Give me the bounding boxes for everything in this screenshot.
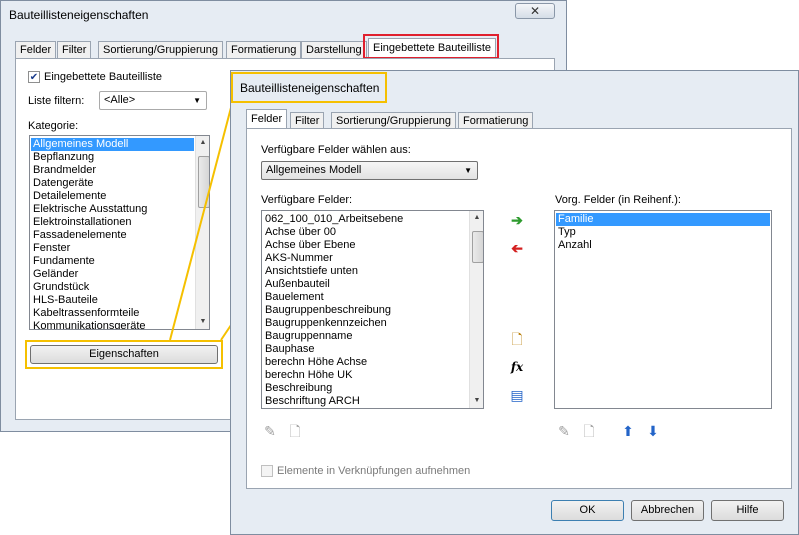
available-scrollbar[interactable]: ▲ ▼ (469, 211, 483, 408)
select-from-value: Allgemeines Modell (266, 164, 362, 176)
scheduled-items: Familie Typ Anzahl (556, 213, 770, 252)
fx-label: fx (510, 360, 524, 374)
delete-parameter-icon: 🗋 (289, 423, 301, 439)
list-item[interactable]: Außenbauteil (263, 278, 468, 291)
list-item[interactable]: Familie (556, 213, 770, 226)
move-down-icon[interactable]: ⬇ (644, 423, 662, 441)
available-items: 062_100_010_Arbeitsebene Achse über 00 Ach… (263, 213, 468, 408)
list-item[interactable]: Anzahl (556, 239, 770, 252)
select-from-combo[interactable]: Allgemeines Modell ▼ (261, 161, 478, 180)
list-item[interactable]: Achse über 00 (263, 226, 468, 239)
delete-parameter-icon: 🗋 (583, 423, 595, 439)
list-item[interactable]: Baugruppenname (263, 330, 468, 343)
edit-pencil-icon: ✎ (264, 423, 276, 439)
scheduled-label: Vorg. Felder (in Reihenf.): (555, 194, 681, 206)
scroll-thumb[interactable] (472, 231, 483, 263)
scroll-up-icon[interactable]: ▲ (471, 212, 483, 224)
available-fields-list[interactable]: 062_100_010_Arbeitsebene Achse über 00 Ach… (261, 210, 484, 409)
list-item[interactable]: Bauelement (263, 291, 468, 304)
move-up-icon[interactable]: ⬆ (619, 423, 637, 441)
list-item[interactable]: 062_100_010_Arbeitsebene (263, 213, 468, 226)
edit-pencil-icon: ✎ (558, 423, 570, 439)
available-label: Verfügbare Felder: (261, 194, 353, 206)
front-tab-felder[interactable]: Felder (246, 109, 288, 128)
cancel-button[interactable]: Abbrechen (631, 500, 704, 521)
include-links-label: Elemente in Verknüpfungen aufnehmen (277, 465, 471, 477)
list-item[interactable]: Baugruppenkennzeichen (263, 317, 468, 330)
chevron-down-icon: ▼ (464, 166, 472, 175)
select-from-label: Verfügbare Felder wählen aus: (261, 144, 411, 156)
list-item[interactable]: Beschriftung ARCH (263, 395, 468, 408)
front-dialog-title: Bauteillisteneigenschaften (240, 81, 380, 95)
front-tab-label: Sortierung/Gruppierung (336, 115, 451, 127)
list-item[interactable]: berechn Höhe UK (263, 369, 468, 382)
front-dialog: Bauteillisteneigenschaften Felder Filter… (230, 70, 799, 535)
list-item[interactable]: berechn Höhe Achse (263, 356, 468, 369)
front-tab-label: Filter (295, 115, 320, 127)
remove-field-icon[interactable]: ➔ (508, 240, 526, 258)
ok-button-label: OK (579, 504, 596, 516)
cancel-button-label: Abbrechen (640, 504, 695, 516)
ok-button[interactable]: OK (551, 500, 624, 521)
list-item[interactable]: Ansichtstiefe unten (263, 265, 468, 278)
new-parameter-icon[interactable]: 🗋 (508, 331, 526, 349)
callout-line-left (169, 99, 234, 341)
list-item[interactable]: AKS-Nummer (263, 252, 468, 265)
list-item[interactable]: Bauphase (263, 343, 468, 356)
include-links-checkbox[interactable] (261, 465, 273, 477)
front-tab-formatierung[interactable]: Formatierung (458, 112, 534, 129)
fx-icon[interactable]: fx (508, 359, 526, 377)
list-item[interactable]: Baugruppenbeschreibung (263, 304, 468, 317)
list-item[interactable]: Achse über Ebene (263, 239, 468, 252)
front-tab-label: Felder (251, 113, 283, 125)
list-item[interactable]: Typ (556, 226, 770, 239)
front-tab-sortierung[interactable]: Sortierung/Gruppierung (331, 112, 456, 129)
combine-parameters-icon[interactable]: ▤ (508, 387, 526, 405)
help-button-label: Hilfe (736, 504, 759, 516)
scheduled-fields-list[interactable]: Familie Typ Anzahl (554, 210, 772, 409)
list-item[interactable]: Beschreibung (263, 382, 468, 395)
scroll-down-icon[interactable]: ▼ (471, 395, 483, 407)
front-tab-label: Formatierung (463, 115, 529, 127)
help-button[interactable]: Hilfe (711, 500, 784, 521)
add-field-icon[interactable]: ➔ (508, 212, 526, 230)
front-tab-filter[interactable]: Filter (290, 112, 325, 129)
